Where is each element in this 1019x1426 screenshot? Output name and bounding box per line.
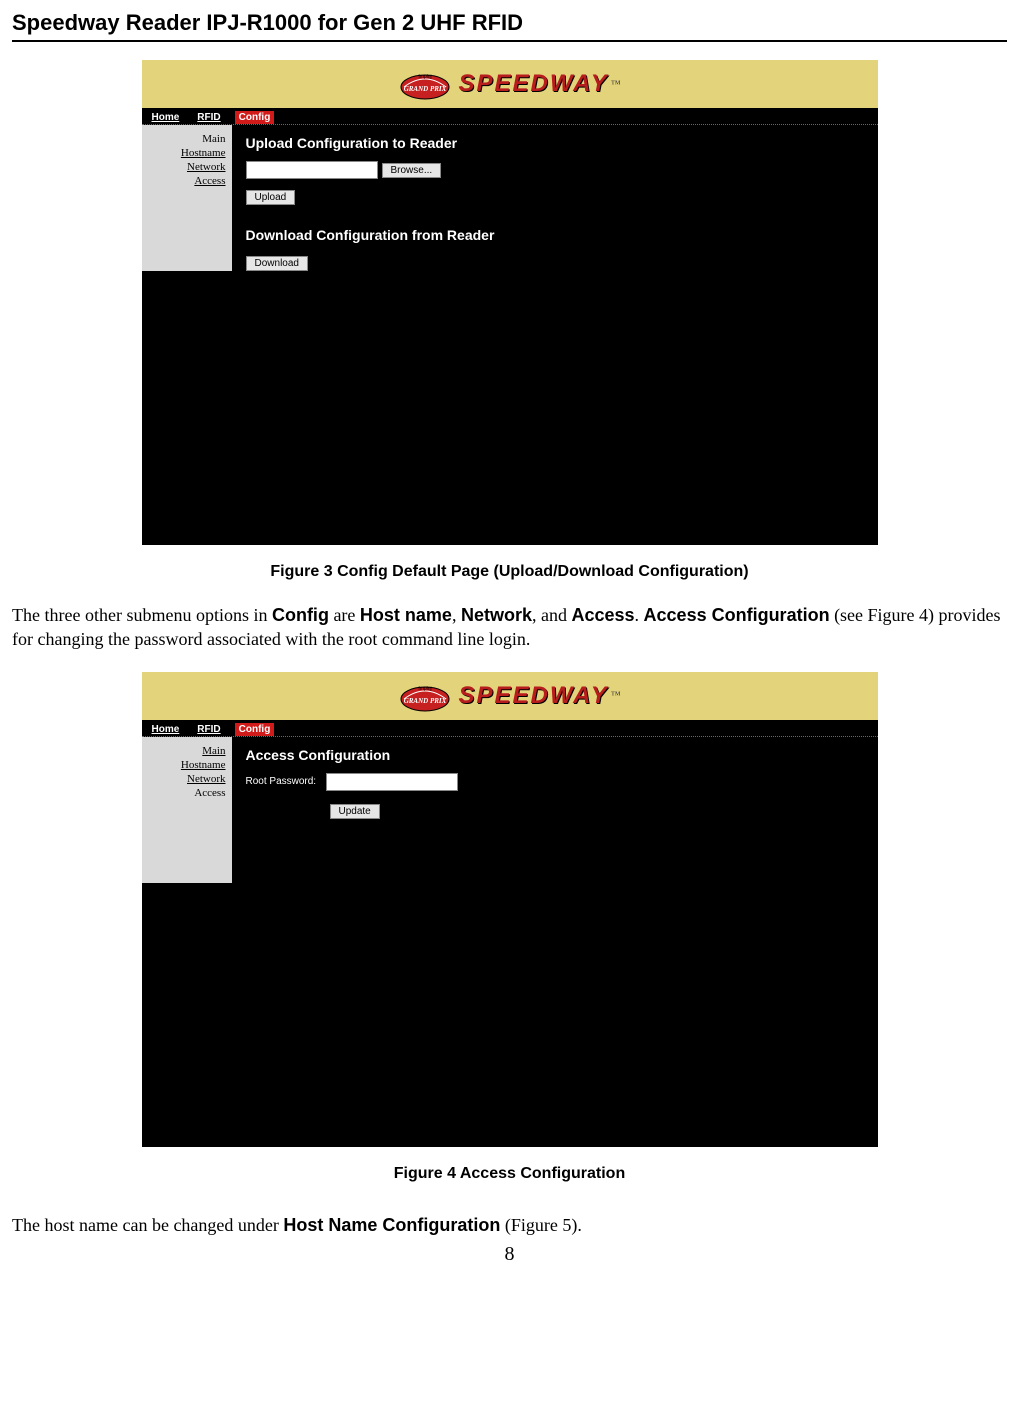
tab-config[interactable]: Config [235,723,275,736]
svg-text:GRAND PRIX: GRAND PRIX [404,85,447,93]
figure-3-caption: Figure 3 Config Default Page (Upload/Dow… [12,563,1007,581]
page-header: Speedway Reader IPJ-R1000 for Gen 2 UHF … [12,10,1007,42]
figure-3-screenshot: Impinj GRAND PRIX SPEEDWAY ™ Home RFID C… [142,60,878,545]
sidebar-item-network[interactable]: Network [142,773,226,785]
banner: Impinj GRAND PRIX SPEEDWAY ™ [142,60,878,108]
figure-4-caption: Figure 4 Access Configuration [12,1165,1007,1183]
root-password-label: Root Password: [246,776,317,787]
tab-bar: Home RFID Config [142,720,878,737]
tab-config[interactable]: Config [235,111,275,124]
sidebar: Main Hostname Network Access [142,125,232,271]
sidebar-item-access[interactable]: Access [142,175,226,187]
root-password-input[interactable] [326,773,458,791]
page-number: 8 [12,1243,1007,1266]
tab-home[interactable]: Home [148,723,184,736]
sidebar-item-hostname[interactable]: Hostname [142,759,226,771]
tab-rfid[interactable]: RFID [193,111,224,124]
sidebar-item-network[interactable]: Network [142,161,226,173]
sidebar-item-main[interactable]: Main [142,133,226,145]
sidebar-item-hostname[interactable]: Hostname [142,147,226,159]
browse-button[interactable]: Browse... [382,163,442,178]
tab-home[interactable]: Home [148,111,184,124]
tab-rfid[interactable]: RFID [193,723,224,736]
sidebar-item-main[interactable]: Main [142,745,226,757]
tab-bar: Home RFID Config [142,108,878,125]
speedway-logo-text: SPEEDWAY [458,682,608,710]
upload-file-input[interactable] [246,161,378,179]
trademark-symbol: ™ [611,690,621,701]
svg-text:Impinj: Impinj [419,74,432,80]
download-button[interactable]: Download [246,256,308,271]
update-button[interactable]: Update [330,804,380,819]
speedway-logo-text: SPEEDWAY [458,70,608,98]
download-section-title: Download Configuration from Reader [246,227,864,243]
sidebar: Main Hostname Network Access [142,737,232,883]
banner: Impinj GRAND PRIX SPEEDWAY ™ [142,672,878,720]
grand-prix-badge-icon: Impinj GRAND PRIX [398,677,452,715]
main-panel: Access Configuration Root Password: Upda… [232,737,878,1147]
upload-section-title: Upload Configuration to Reader [246,135,864,151]
paragraph-2: The host name can be changed under Host … [12,1213,1007,1237]
access-config-title: Access Configuration [246,747,864,763]
trademark-symbol: ™ [611,79,621,90]
paragraph-1: The three other submenu options in Confi… [12,603,1007,652]
upload-button[interactable]: Upload [246,190,296,205]
figure-4-screenshot: Impinj GRAND PRIX SPEEDWAY ™ Home RFID C… [142,672,878,1147]
sidebar-item-access[interactable]: Access [142,787,226,799]
svg-text:Impinj: Impinj [419,686,432,692]
grand-prix-badge-icon: Impinj GRAND PRIX [398,65,452,103]
main-panel: Upload Configuration to Reader Browse...… [232,125,878,545]
svg-text:GRAND PRIX: GRAND PRIX [404,697,447,705]
